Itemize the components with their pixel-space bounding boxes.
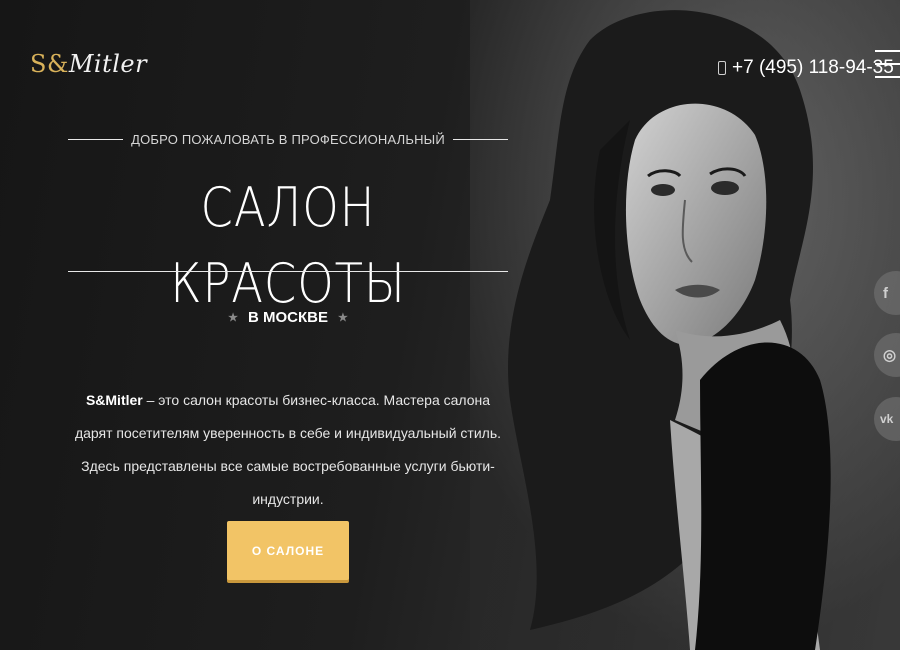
welcome-text: ДОБРО ПОЖАЛОВАТЬ В ПРОФЕССИОНАЛЬНЫЙ xyxy=(131,132,445,147)
page: S&Mitler +7 (495) 118-94-35 ДОБРО ПОЖАЛО… xyxy=(0,0,900,650)
star-icon: ★ xyxy=(338,312,348,324)
city-text: В МОСКВЕ xyxy=(248,309,328,326)
description-brand: S&Mitler xyxy=(85,392,143,408)
hero-title: САЛОН КРАСОТЫ xyxy=(170,176,406,315)
hero-photo xyxy=(470,0,900,650)
about-salon-button[interactable]: О САЛОНЕ xyxy=(227,521,349,580)
phone-number: +7 (495) 118-94-35 xyxy=(732,57,894,78)
city-row: ★ В МОСКВЕ ★ xyxy=(68,309,508,326)
menu-icon[interactable] xyxy=(875,50,900,78)
divider-left xyxy=(68,139,124,140)
logo-text: Mitler xyxy=(68,50,148,78)
title-divider xyxy=(68,271,508,272)
description-text: – это салон красоты бизнес-класса. Масте… xyxy=(74,392,502,507)
welcome-row: ДОБРО ПОЖАЛОВАТЬ В ПРОФЕССИОНАЛЬНЫЙ xyxy=(68,132,508,147)
star-icon: ★ xyxy=(228,312,238,324)
divider-right xyxy=(452,139,508,140)
logo[interactable]: S&Mitler xyxy=(30,50,147,78)
hero-description: S&Mitler – это салон красоты бизнес-клас… xyxy=(68,384,508,516)
logo-mark: S& xyxy=(30,50,69,78)
phone-icon xyxy=(718,61,726,75)
phone-link[interactable]: +7 (495) 118-94-35 xyxy=(718,57,894,79)
